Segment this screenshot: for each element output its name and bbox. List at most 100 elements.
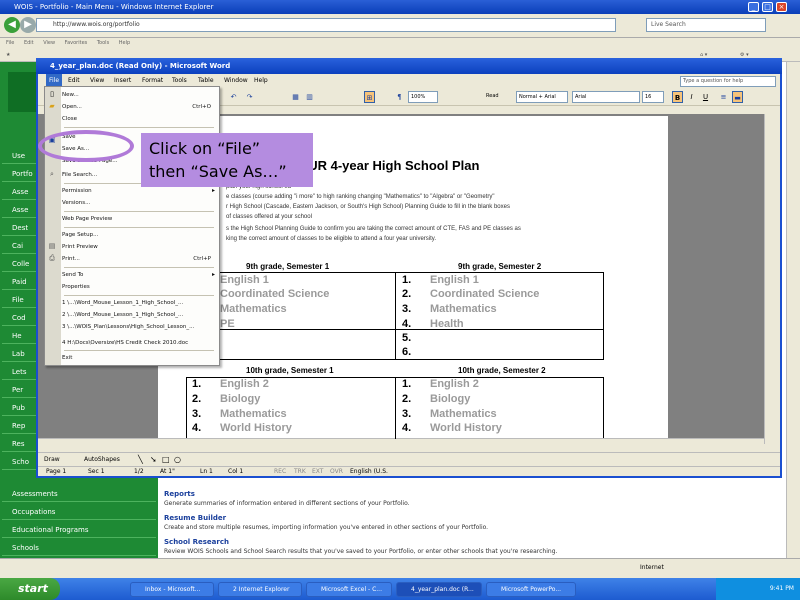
doc-instruction-line: king the correct amount of classes to be…: [226, 236, 436, 242]
ie-status-bar: Internet: [0, 558, 800, 578]
redo-icon[interactable]: ↷: [244, 91, 255, 103]
menu-item-exit[interactable]: Exit: [62, 352, 219, 364]
sidebar-item-educational-programs[interactable]: Educational Programs: [2, 522, 156, 538]
draw-menu[interactable]: Draw: [44, 453, 60, 467]
bold-icon[interactable]: B: [672, 91, 683, 103]
file-menu-icon-strip: [45, 87, 61, 365]
sidebar-item-schools[interactable]: Schools: [2, 540, 156, 556]
undo-icon[interactable]: ↶: [228, 91, 239, 103]
web-main-content: Reports Generate summaries of informatio…: [158, 470, 786, 558]
font-select[interactable]: Arial: [572, 91, 640, 103]
menu-item-recent-file[interactable]: 2 \...\Word_Mouse_Lesson_1_High_School_.…: [62, 309, 219, 321]
minimize-icon[interactable]: _: [748, 2, 759, 12]
link-resume-builder[interactable]: Resume Builder: [164, 514, 226, 522]
rectangle-icon[interactable]: □: [162, 453, 170, 467]
new-document-icon: ▯: [50, 90, 54, 98]
grade9-s2-row[interactable]: 4. Health: [402, 318, 464, 330]
italic-icon[interactable]: I: [686, 91, 697, 103]
ie-search-input[interactable]: Live Search: [646, 18, 766, 32]
link-reports[interactable]: Reports: [164, 490, 195, 498]
system-tray: 9:41 PM: [716, 578, 800, 600]
grade9-s2-row[interactable]: 1. English 1: [402, 274, 479, 286]
grade9-s2-row[interactable]: 3. Mathematics: [402, 303, 497, 315]
menu-item-recent-file[interactable]: 4 H:\Docs\Oversize\HS Credit Check 2010.…: [62, 337, 219, 349]
columns-icon[interactable]: ▥: [304, 91, 315, 103]
maximize-icon[interactable]: □: [762, 2, 773, 12]
start-button[interactable]: start: [0, 578, 60, 600]
grade9-s2-row[interactable]: 2. Coordinated Science: [402, 288, 539, 300]
status-section: Sec 1: [88, 468, 105, 475]
taskbar-item[interactable]: 2 Internet Explorer: [218, 582, 302, 597]
menu-item-versions[interactable]: Versions...: [62, 197, 219, 209]
close-icon[interactable]: ×: [776, 2, 787, 12]
taskbar-item[interactable]: Inbox - Microsoft...: [130, 582, 214, 597]
zoom-select[interactable]: 100%: [408, 91, 438, 103]
table-icon[interactable]: ▦: [290, 91, 301, 103]
ie-menu-bar[interactable]: File Edit View Favorites Tools Help: [0, 38, 800, 48]
line-icon[interactable]: ╲: [138, 453, 143, 467]
menu-item-properties[interactable]: Properties: [62, 281, 219, 293]
autoshapes-menu[interactable]: AutoShapes: [84, 453, 120, 467]
print-preview-icon: ▤: [48, 242, 56, 250]
menu-item-new[interactable]: New...: [62, 89, 219, 101]
style-select[interactable]: Normal + Arial: [516, 91, 568, 103]
grade10-s1-row[interactable]: 3. Mathematics: [192, 408, 287, 420]
highlight-icon[interactable]: ▬: [732, 91, 743, 103]
doc-instruction-line: s the High School Planning Guide to conf…: [226, 226, 521, 232]
menu-item-recent-file[interactable]: 3 \...\WOIS_Plan\Lessons\High_School_Les…: [62, 321, 219, 333]
menu-item-open[interactable]: Open... Ctrl+O: [62, 101, 219, 113]
help-search-input[interactable]: Type a question for help: [680, 76, 776, 87]
arrow-icon[interactable]: ➘: [150, 453, 157, 467]
link-desc: Create and store multiple resumes, impor…: [164, 524, 489, 531]
oval-icon[interactable]: ○: [174, 453, 181, 467]
menu-item-print[interactable]: Print... Ctrl+P: [62, 253, 219, 265]
align-icon[interactable]: ≡: [718, 91, 729, 103]
grade9-s1-row[interactable]: Mathematics: [220, 303, 287, 315]
highlight-ellipse: [38, 130, 134, 162]
menu-window[interactable]: Window: [224, 74, 248, 88]
word-status-bar: Page 1 Sec 1 1/2 At 1" Ln 1 Col 1 REC TR…: [38, 466, 780, 476]
link-desc: Review WOIS Schools and School Search re…: [164, 548, 558, 555]
grade10-s1-row[interactable]: 2. Biology: [192, 393, 260, 405]
grade10-s1-row[interactable]: 4. World History: [192, 422, 292, 434]
font-size-select[interactable]: 16: [642, 91, 664, 103]
link-school-research[interactable]: School Research: [164, 538, 229, 546]
grade10-s2-row[interactable]: 1. English 2: [402, 378, 479, 390]
status-line: Ln 1: [200, 468, 213, 475]
taskbar-item-active[interactable]: 4_year_plan.doc (R...: [396, 582, 482, 597]
grade10-s1-heading: 10th grade, Semester 1: [246, 366, 334, 375]
read-button[interactable]: Read: [484, 91, 512, 103]
word-vertical-scrollbar[interactable]: [764, 114, 780, 444]
grade10-s2-row[interactable]: 3. Mathematics: [402, 408, 497, 420]
drawing-icon[interactable]: ⊞: [364, 91, 375, 103]
ie-scrollbar[interactable]: [786, 62, 800, 558]
grade10-s2-row[interactable]: 4. World History: [402, 422, 502, 434]
menu-item-close[interactable]: Close: [62, 113, 219, 125]
grade9-s1-row[interactable]: Coordinated Science: [220, 288, 329, 300]
menu-item-print-preview[interactable]: Print Preview: [62, 241, 219, 253]
grade10-s1-row[interactable]: 1. English 2: [192, 378, 269, 390]
grade10-s2-row[interactable]: 2. Biology: [402, 393, 470, 405]
sidebar-item-occupations[interactable]: Occupations: [2, 504, 156, 520]
ie-status-zone: Internet: [640, 564, 664, 571]
grade9-s1-row[interactable]: English 1: [220, 274, 269, 286]
taskbar-item[interactable]: Microsoft Excel - C...: [306, 582, 392, 597]
word-horizontal-scrollbar[interactable]: [38, 438, 764, 452]
menu-item-recent-file[interactable]: 1 \...\Word_Mouse_Lesson_1_High_School_.…: [62, 297, 219, 309]
menu-help[interactable]: Help: [254, 74, 268, 88]
menu-item-web-page-preview[interactable]: Web Page Preview: [62, 213, 219, 225]
menu-item-page-setup[interactable]: Page Setup...: [62, 229, 219, 241]
pilcrow-icon[interactable]: ¶: [394, 91, 405, 103]
underline-icon[interactable]: U: [700, 91, 711, 103]
url-input[interactable]: http://www.wois.org/portfolio: [36, 18, 616, 32]
taskbar-item[interactable]: Microsoft PowerPo...: [486, 582, 576, 597]
sidebar-item-assessments[interactable]: Assessments: [2, 486, 156, 502]
favorites-star-icon[interactable]: ★: [6, 50, 10, 60]
back-icon[interactable]: ◀: [4, 17, 20, 33]
grade9-s2-row[interactable]: 5.: [402, 332, 430, 344]
ruler[interactable]: [140, 106, 780, 114]
forward-icon[interactable]: ▶: [20, 17, 36, 33]
grade9-s2-row[interactable]: 6.: [402, 346, 430, 358]
menu-item-send-to[interactable]: Send To ▸: [62, 269, 219, 281]
grade9-s1-row[interactable]: PE: [220, 318, 235, 330]
